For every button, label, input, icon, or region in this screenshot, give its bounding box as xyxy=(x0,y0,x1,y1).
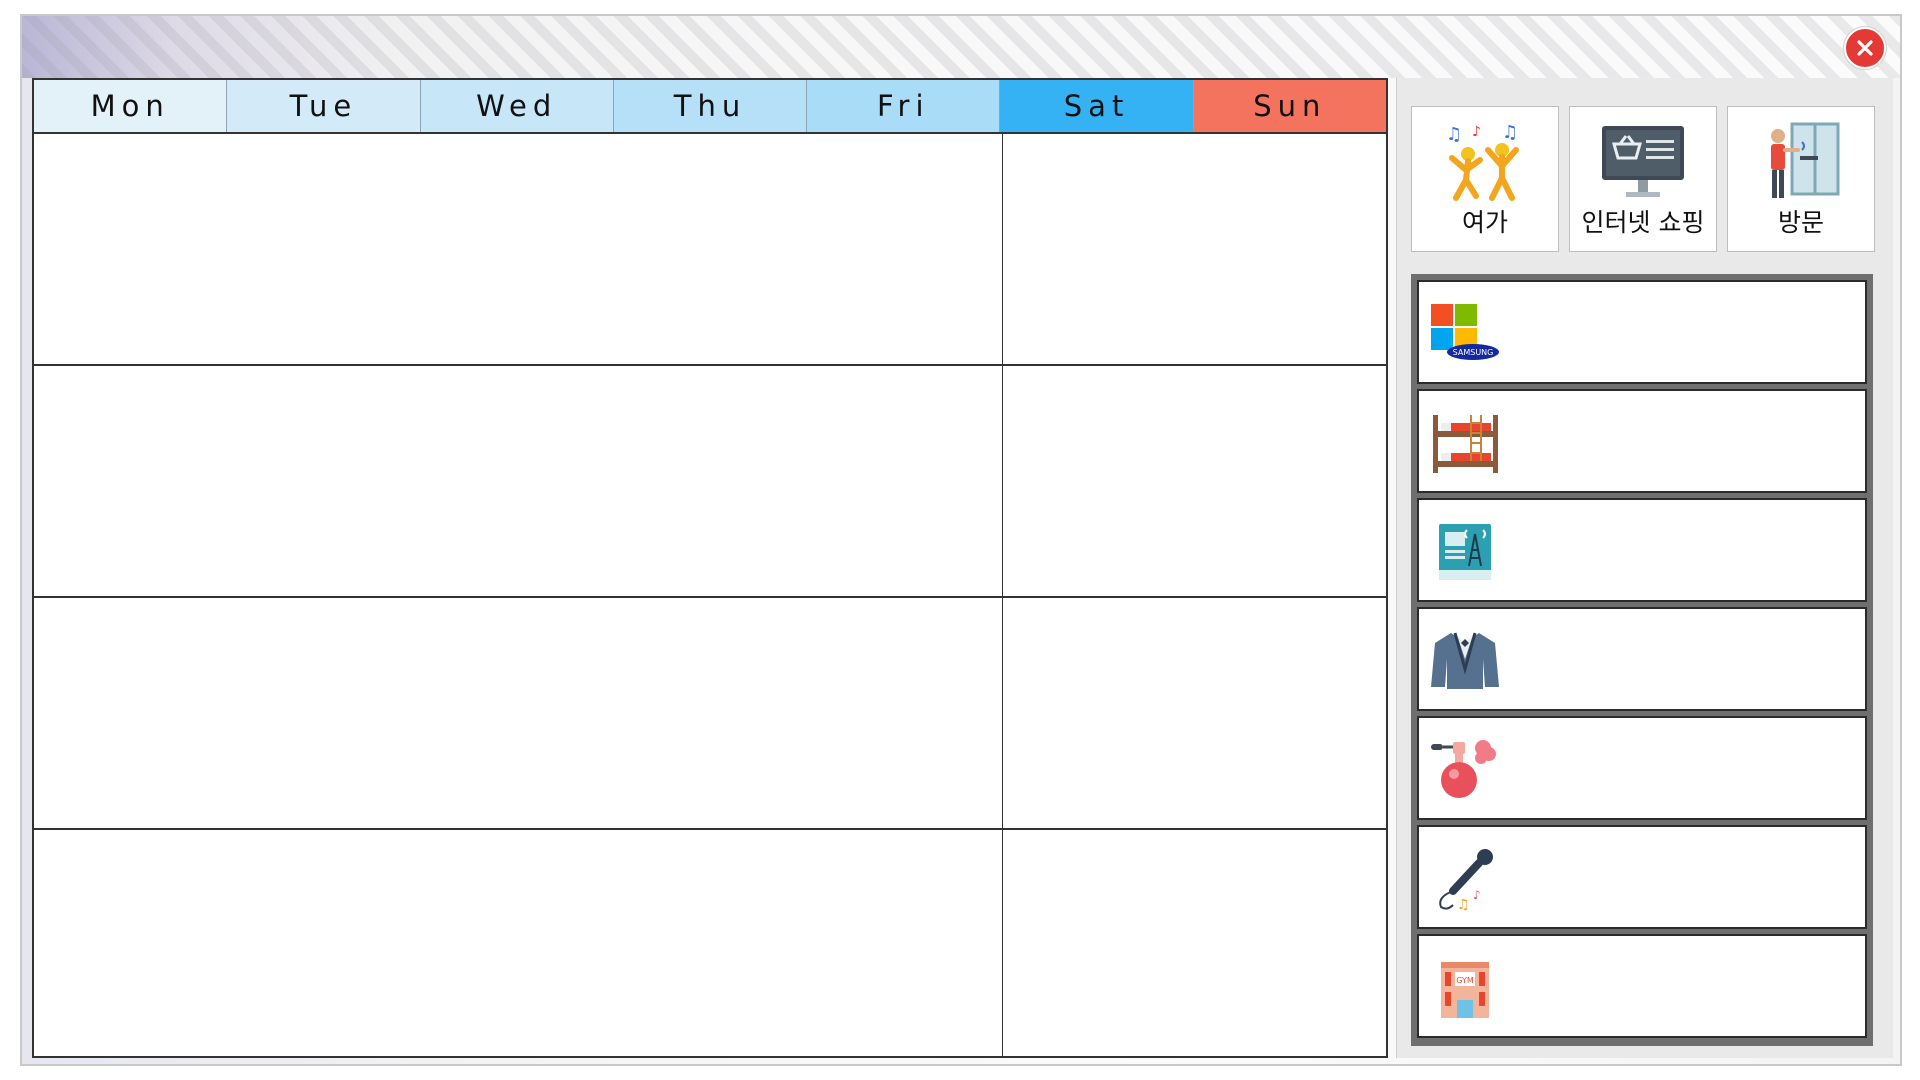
week-row-1 xyxy=(34,134,1386,366)
day-sat: Sat xyxy=(1000,80,1194,132)
activity-item-gym[interactable]: GYM xyxy=(1417,934,1867,1038)
close-button[interactable] xyxy=(1844,27,1886,69)
weekend-slot-3[interactable] xyxy=(1003,598,1386,828)
activity-item-bunk-bed[interactable] xyxy=(1417,389,1867,493)
category-visit-label: 방문 xyxy=(1777,208,1824,237)
week-row-2 xyxy=(34,366,1386,598)
svg-text:♪: ♪ xyxy=(1473,888,1481,902)
activity-panel: ♫ ♪ ♫ 여가 인터넷 쇼핑 방문 SAMSUNG ♫ ♪ GYM xyxy=(1396,78,1893,1058)
samsung-windows-logo-icon: SAMSUNG xyxy=(1429,300,1501,368)
day-wed: Wed xyxy=(420,80,614,132)
category-online-shopping-label: 인터넷 쇼핑 xyxy=(1581,208,1705,237)
close-icon xyxy=(1857,40,1873,56)
bunk-bed-icon xyxy=(1429,409,1501,477)
weekend-slot-4[interactable] xyxy=(1003,830,1386,1056)
day-header: Mon Tue Wed Thu Fri Sat Sun xyxy=(34,80,1386,134)
weekday-slot-3[interactable] xyxy=(34,598,1003,828)
scheduler-window: Mon Tue Wed Thu Fri Sat Sun ♫ ♪ ♫ 여가 인터넷… xyxy=(20,14,1902,1066)
svg-text:SAMSUNG: SAMSUNG xyxy=(1453,348,1494,357)
weekday-slot-1[interactable] xyxy=(34,134,1003,364)
week-row-3 xyxy=(34,598,1386,830)
day-thu: Thu xyxy=(613,80,808,132)
day-fri: Fri xyxy=(807,80,1001,132)
broadcast-tower-book-icon xyxy=(1429,518,1501,586)
day-sun: Sun xyxy=(1193,80,1386,132)
dancing-people-icon: ♫ ♪ ♫ xyxy=(1412,119,1558,205)
day-mon: Mon xyxy=(34,80,228,132)
category-leisure-label: 여가 xyxy=(1461,208,1508,237)
activity-item-broadcast-book[interactable] xyxy=(1417,498,1867,602)
svg-text:♫: ♫ xyxy=(1502,122,1518,143)
activity-item-perfume[interactable] xyxy=(1417,716,1867,820)
day-tue: Tue xyxy=(227,80,421,132)
svg-text:♫: ♫ xyxy=(1446,124,1462,145)
activity-item-list: SAMSUNG ♫ ♪ GYM xyxy=(1411,274,1873,1046)
suit-jacket-icon xyxy=(1429,627,1501,695)
svg-text:GYM: GYM xyxy=(1456,976,1474,985)
activity-item-karaoke[interactable]: ♫ ♪ xyxy=(1417,825,1867,929)
svg-text:♫: ♫ xyxy=(1457,897,1470,911)
person-visiting-door-icon xyxy=(1728,119,1874,205)
online-shopping-monitor-icon xyxy=(1570,119,1716,205)
weekday-slot-4[interactable] xyxy=(34,830,1003,1056)
perfume-bottle-icon xyxy=(1429,736,1501,804)
week-row-4 xyxy=(34,830,1386,1056)
category-visit-button[interactable]: 방문 xyxy=(1727,106,1875,252)
weekend-slot-2[interactable] xyxy=(1003,366,1386,596)
karaoke-microphone-icon: ♫ ♪ xyxy=(1429,845,1501,913)
activity-item-suit[interactable] xyxy=(1417,607,1867,711)
activity-item-samsung[interactable]: SAMSUNG xyxy=(1417,280,1867,384)
svg-text:♪: ♪ xyxy=(1472,124,1481,140)
gym-building-icon: GYM xyxy=(1429,954,1501,1022)
weekly-calendar: Mon Tue Wed Thu Fri Sat Sun xyxy=(32,78,1388,1058)
category-online-shopping-button[interactable]: 인터넷 쇼핑 xyxy=(1569,106,1717,252)
category-leisure-button[interactable]: ♫ ♪ ♫ 여가 xyxy=(1411,106,1559,252)
weekday-slot-2[interactable] xyxy=(34,366,1003,596)
title-bar xyxy=(22,16,1900,78)
weekend-slot-1[interactable] xyxy=(1003,134,1386,364)
